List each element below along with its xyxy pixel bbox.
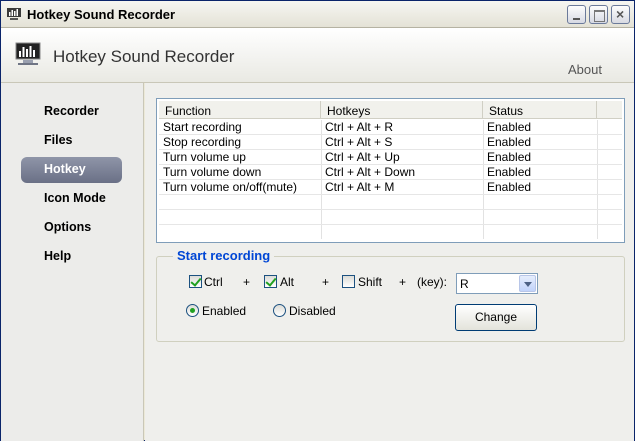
plus-sign: + bbox=[399, 275, 407, 289]
sidebar-item-icon-mode[interactable]: Icon Mode bbox=[44, 191, 106, 205]
hotkey-list[interactable]: Function Hotkeys Status Start recording … bbox=[156, 98, 625, 243]
cell-function: Turn volume up bbox=[163, 150, 246, 164]
list-body: Start recording Ctrl + Alt + R Enabled S… bbox=[159, 120, 622, 239]
cell-hotkeys: Ctrl + Alt + S bbox=[325, 135, 393, 149]
key-label: (key): bbox=[417, 275, 447, 289]
list-header: Function Hotkeys Status bbox=[159, 101, 622, 119]
cell-status: Enabled bbox=[487, 180, 532, 194]
cell-function: Turn volume down bbox=[163, 165, 262, 179]
shift-label[interactable]: Shift bbox=[358, 275, 382, 289]
app-name-heading: Hotkey Sound Recorder bbox=[53, 47, 235, 66]
table-row[interactable]: Start recording Ctrl + Alt + R Enabled bbox=[159, 120, 622, 135]
sidebar-nav: Recorder Files Hotkey Icon Mode Options … bbox=[1, 83, 144, 441]
sidebar-item-files[interactable]: Files bbox=[44, 133, 73, 147]
app-window: Hotkey Sound Recorder × Hotkey Sound Rec… bbox=[0, 0, 635, 441]
table-row-empty bbox=[159, 210, 622, 225]
recorder-icon bbox=[7, 8, 21, 20]
disabled-label[interactable]: Disabled bbox=[289, 304, 336, 318]
disabled-radio[interactable] bbox=[273, 304, 286, 317]
cell-function: Start recording bbox=[163, 120, 242, 134]
plus-sign: + bbox=[243, 275, 251, 289]
table-row[interactable]: Turn volume up Ctrl + Alt + Up Enabled bbox=[159, 150, 622, 165]
ctrl-checkbox[interactable] bbox=[189, 275, 202, 288]
column-header-function[interactable]: Function bbox=[159, 101, 321, 119]
close-button[interactable]: × bbox=[611, 5, 630, 24]
cell-status: Enabled bbox=[487, 135, 532, 149]
close-icon: × bbox=[616, 6, 625, 22]
change-button[interactable]: Change bbox=[455, 304, 537, 331]
cell-hotkeys: Ctrl + Alt + R bbox=[325, 120, 394, 134]
hotkey-editor-group: Start recording bbox=[156, 248, 625, 342]
sidebar-item-options[interactable]: Options bbox=[44, 220, 91, 234]
table-row-empty bbox=[159, 195, 622, 210]
title-bar[interactable]: Hotkey Sound Recorder × bbox=[1, 1, 634, 28]
sidebar-item-recorder[interactable]: Recorder bbox=[44, 104, 99, 118]
table-row[interactable]: Stop recording Ctrl + Alt + S Enabled bbox=[159, 135, 622, 150]
cell-function: Turn volume on/off(mute) bbox=[163, 180, 298, 194]
cell-hotkeys: Ctrl + Alt + Down bbox=[325, 165, 416, 179]
enabled-label[interactable]: Enabled bbox=[202, 304, 246, 318]
plus-sign: + bbox=[322, 275, 330, 289]
column-header-status[interactable]: Status bbox=[483, 101, 597, 119]
table-row-empty bbox=[159, 225, 622, 240]
hotkey-panel: Function Hotkeys Status Start recording … bbox=[145, 83, 634, 441]
app-header: Hotkey Sound Recorder About bbox=[1, 28, 634, 83]
key-select[interactable]: R bbox=[456, 273, 538, 294]
table-row[interactable]: Turn volume on/off(mute) Ctrl + Alt + M … bbox=[159, 180, 622, 195]
window-title: Hotkey Sound Recorder bbox=[27, 7, 176, 22]
maximize-button[interactable] bbox=[589, 5, 608, 24]
enabled-radio[interactable] bbox=[186, 304, 199, 317]
shift-checkbox[interactable] bbox=[342, 275, 355, 288]
alt-checkbox[interactable] bbox=[264, 275, 277, 288]
equalizer-monitor-icon bbox=[15, 42, 41, 65]
cell-hotkeys: Ctrl + Alt + Up bbox=[325, 150, 400, 164]
group-title: Start recording bbox=[173, 248, 275, 263]
ctrl-label[interactable]: Ctrl bbox=[204, 275, 223, 289]
about-link[interactable]: About bbox=[568, 62, 602, 77]
cell-status: Enabled bbox=[487, 165, 532, 179]
table-row[interactable]: Turn volume down Ctrl + Alt + Down Enabl… bbox=[159, 165, 622, 180]
minimize-button[interactable] bbox=[567, 5, 586, 24]
sidebar-item-hotkey[interactable]: Hotkey bbox=[21, 157, 122, 183]
cell-status: Enabled bbox=[487, 150, 532, 164]
sidebar-item-help[interactable]: Help bbox=[44, 249, 71, 263]
cell-hotkeys: Ctrl + Alt + M bbox=[325, 180, 395, 194]
column-header-hotkeys[interactable]: Hotkeys bbox=[321, 101, 483, 119]
chevron-down-icon[interactable] bbox=[519, 275, 536, 292]
alt-label[interactable]: Alt bbox=[280, 275, 294, 289]
cell-function: Stop recording bbox=[163, 135, 242, 149]
key-select-value: R bbox=[460, 277, 469, 291]
cell-status: Enabled bbox=[487, 120, 532, 134]
